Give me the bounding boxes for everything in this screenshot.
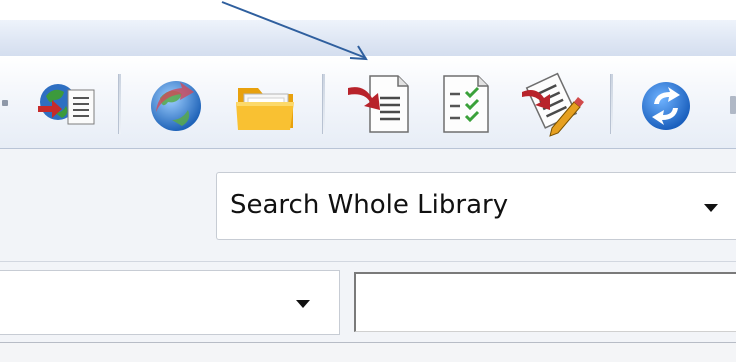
export-document-button[interactable] (344, 68, 414, 138)
sync-button[interactable] (632, 68, 702, 138)
menu-band (0, 20, 736, 56)
toolbar-separator (610, 74, 613, 134)
online-search-button[interactable] (32, 68, 102, 138)
main-toolbar (0, 56, 736, 149)
toolbar-separator (118, 74, 121, 134)
online-mode-button[interactable] (142, 68, 212, 138)
edit-document-button[interactable] (518, 68, 588, 138)
partial-toolbar-icon (730, 96, 736, 114)
toolbar-edge-separator (2, 100, 8, 106)
toolbar-separator (322, 74, 325, 134)
export-document-icon (348, 75, 409, 133)
title-bar-strip (0, 0, 736, 20)
edit-document-icon (522, 72, 584, 137)
open-folder-icon (236, 88, 294, 130)
search-field-dropdown[interactable] (0, 270, 340, 335)
globe-sync-icon (151, 81, 201, 131)
online-search-icon (38, 84, 95, 125)
panel-bottom-border (0, 342, 736, 362)
checklist-icon (443, 75, 489, 133)
open-folder-button[interactable] (232, 68, 302, 138)
search-text-input[interactable] (354, 272, 736, 332)
chevron-down-icon (296, 300, 310, 308)
sync-icon (642, 82, 690, 130)
checklist-button[interactable] (432, 68, 502, 138)
search-scope-value: Search Whole Library (230, 190, 509, 220)
chevron-down-icon (704, 204, 718, 212)
